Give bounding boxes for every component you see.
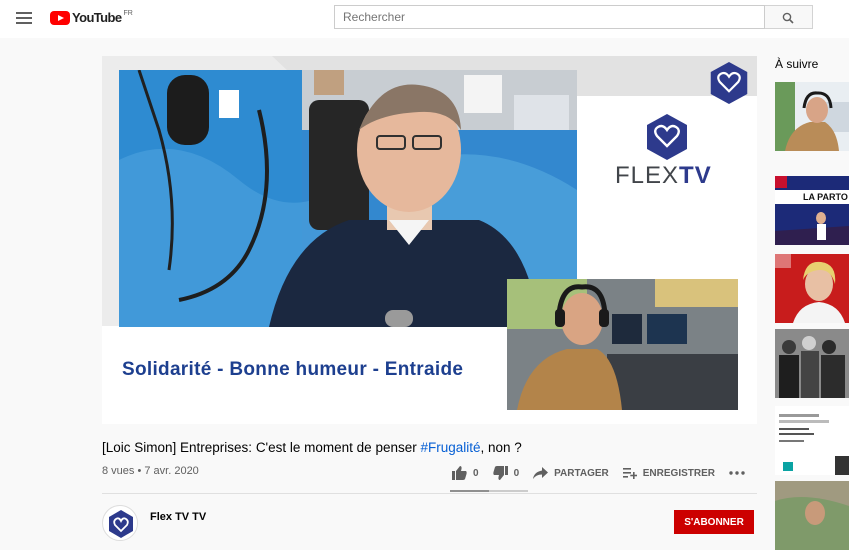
up-next-thumbnail[interactable]: [775, 254, 849, 323]
thumbnail-caption: LA PARTO: [803, 192, 848, 202]
logo-text: YouTube: [72, 10, 122, 25]
share-icon: [533, 467, 549, 479]
logo-region: FR: [123, 10, 133, 17]
up-next-label: À suivre: [775, 57, 819, 71]
dislike-count: 0: [513, 467, 520, 479]
search-button[interactable]: [765, 5, 813, 29]
video-title-text: [Loic Simon] Entreprises: C'est le momen…: [102, 440, 421, 455]
playlist-add-icon: [622, 468, 637, 479]
search-box: [334, 5, 765, 29]
top-bar: YouTube FR: [0, 0, 849, 38]
up-next-thumbnail[interactable]: [775, 82, 849, 151]
subscribe-button[interactable]: S'ABONNER: [674, 510, 754, 534]
up-next-thumbnail[interactable]: LA PARTO: [775, 176, 849, 245]
channel-avatar[interactable]: [102, 505, 138, 541]
brand-tv-text: TV: [679, 162, 712, 189]
more-horizontal-icon: [729, 471, 745, 475]
dislike-button[interactable]: 0: [492, 466, 520, 480]
thumbs-down-icon: [492, 466, 508, 480]
up-next-thumbnail[interactable]: [775, 329, 849, 398]
up-next-thumbnail[interactable]: [775, 481, 849, 550]
more-actions-button[interactable]: [729, 471, 751, 475]
like-button[interactable]: 0: [452, 466, 479, 480]
channel-avatar-icon: [104, 507, 137, 540]
search-input[interactable]: [335, 6, 764, 28]
share-label: PARTAGER: [554, 467, 609, 479]
brand-flex-text: FLEX: [615, 162, 680, 189]
flextv-heart-logo-icon: [647, 114, 687, 165]
share-button[interactable]: PARTAGER: [533, 467, 609, 479]
hamburger-menu-icon[interactable]: [16, 12, 32, 24]
channel-watermark-icon[interactable]: [710, 62, 748, 109]
secondary-camera-feed: [507, 279, 738, 410]
youtube-logo[interactable]: YouTube FR: [50, 9, 133, 27]
video-actions: 0 0 PARTAGER ENREGISTRER: [452, 464, 765, 482]
video-slogan: Solidarité - Bonne humeur - Entraide: [122, 359, 464, 380]
video-player[interactable]: FLEXTV Solidarité - Bonne humeur - Entra…: [102, 56, 757, 424]
flextv-brand: FLEXTV: [615, 162, 712, 190]
sentiment-bar: [450, 490, 528, 492]
video-title-end: , non ?: [480, 440, 522, 455]
save-button[interactable]: ENREGISTRER: [622, 467, 715, 479]
like-count: 0: [473, 467, 479, 479]
views-and-date: 8 vues • 7 avr. 2020: [102, 465, 199, 477]
thumbs-up-icon: [452, 466, 467, 480]
video-title: [Loic Simon] Entreprises: C'est le momen…: [102, 440, 522, 455]
save-label: ENREGISTRER: [642, 467, 715, 479]
up-next-thumbnail[interactable]: [775, 406, 849, 475]
channel-name[interactable]: Flex TV TV: [150, 511, 206, 523]
divider: [102, 493, 757, 494]
search-icon: [782, 12, 794, 24]
hashtag-link[interactable]: #Frugalité: [420, 440, 480, 455]
youtube-play-icon: [50, 11, 70, 25]
sentiment-bar-fill: [450, 490, 489, 492]
